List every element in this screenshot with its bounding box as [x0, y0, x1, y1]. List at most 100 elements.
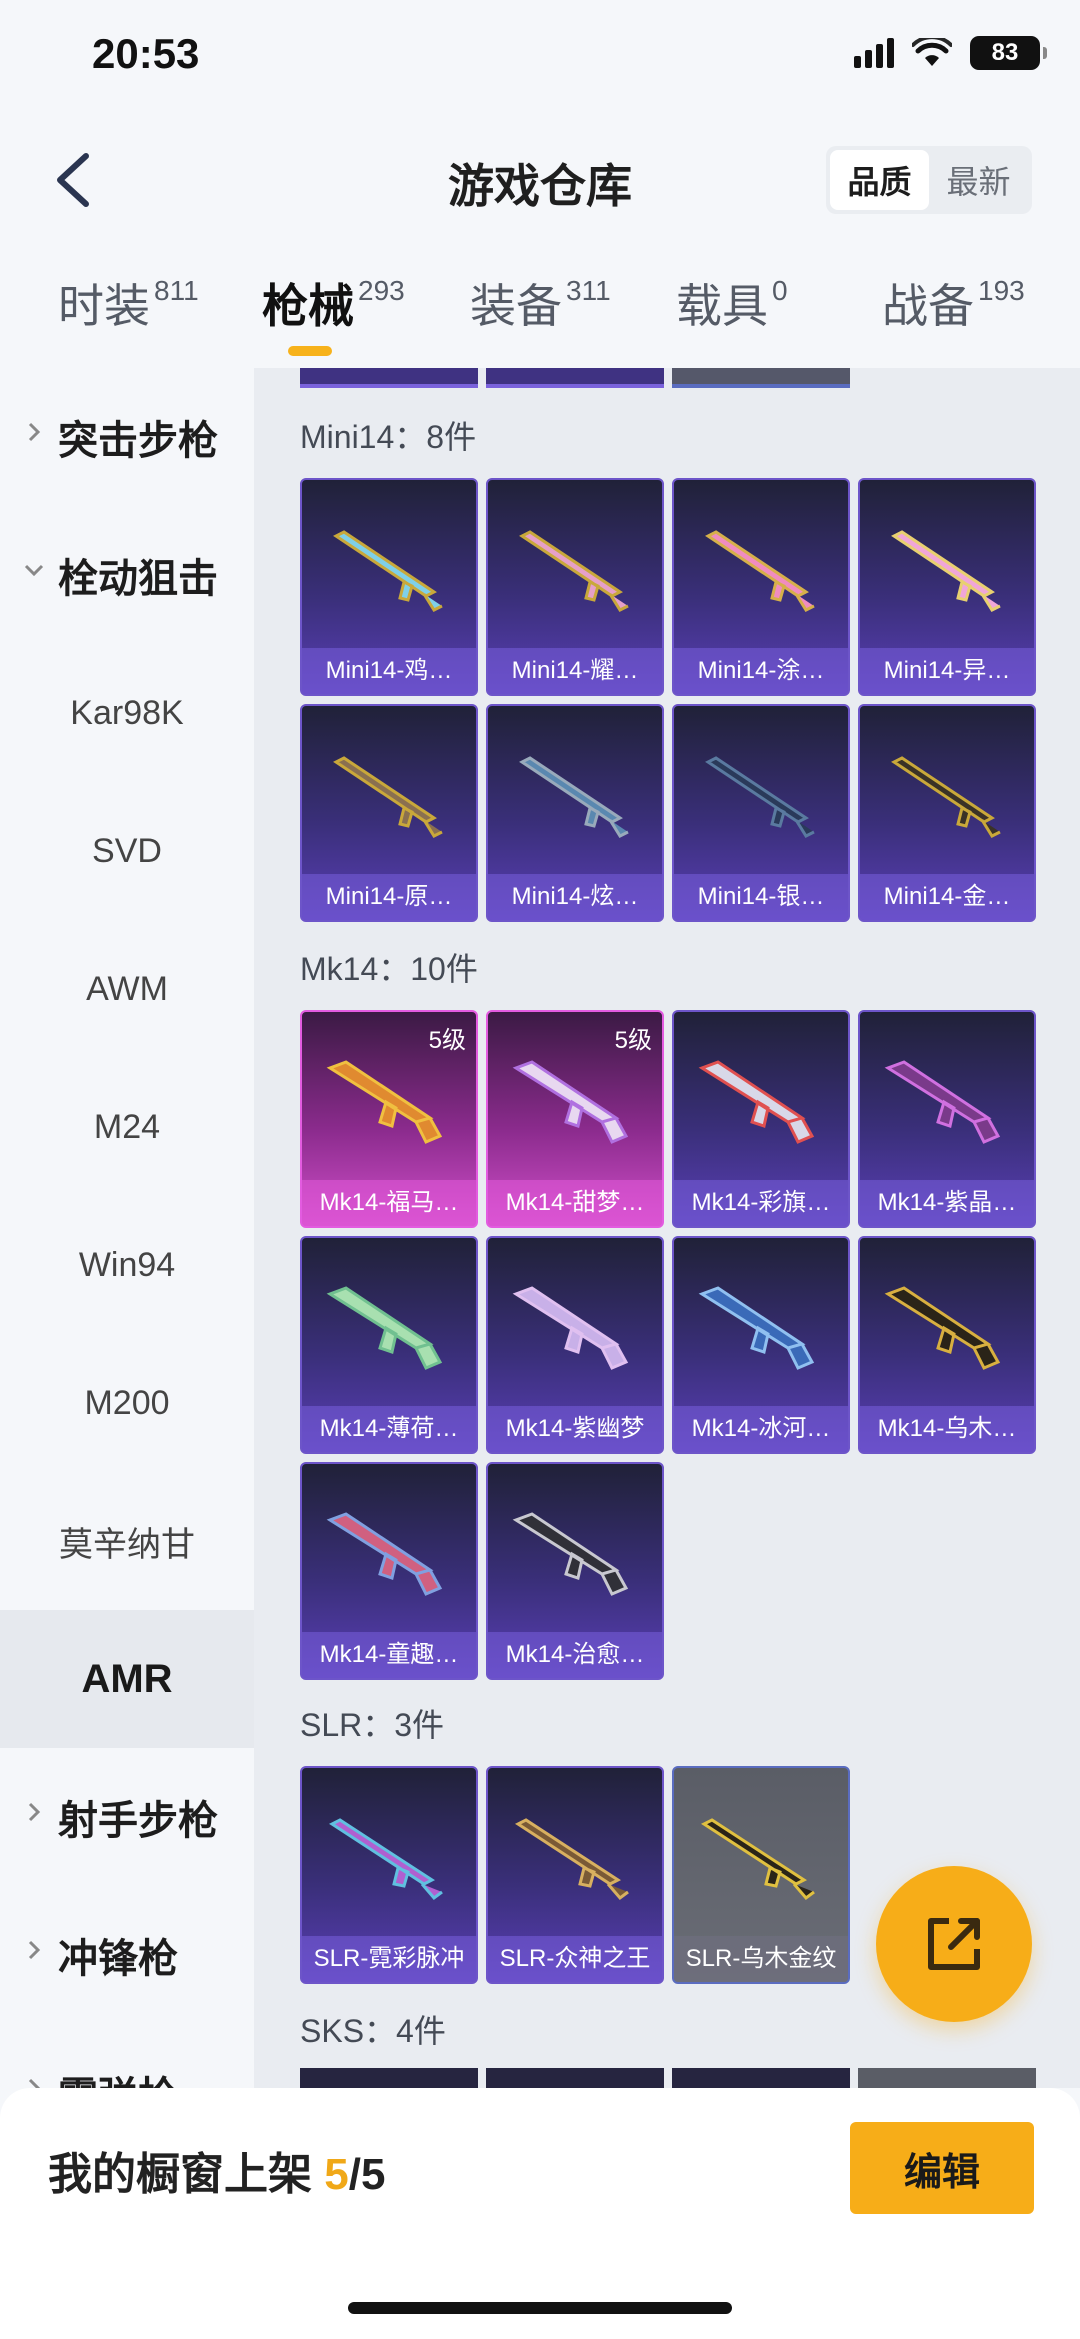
item-card[interactable]: Mini14-炫… — [486, 704, 664, 922]
sidebar-item-svd[interactable]: SVD — [0, 782, 254, 920]
external-link-icon — [928, 1918, 980, 1970]
item-card-label: Mk14-甜梦… — [488, 1180, 662, 1226]
rifle-icon — [519, 530, 629, 612]
item-card[interactable]: Mini14-金… — [858, 704, 1036, 922]
edit-button[interactable]: 编辑 — [850, 2122, 1034, 2214]
item-card[interactable]: Mk14-彩旗… — [672, 1010, 850, 1228]
sidebar-item-label: 射手步枪 — [58, 1799, 218, 1843]
item-card[interactable]: Mk14-治愈… — [486, 1462, 664, 1680]
item-card[interactable]: Mini14-原… — [300, 704, 478, 922]
partial-card[interactable] — [672, 2068, 850, 2088]
section-heading-slr: SLR：3件 — [300, 1707, 445, 1743]
rifle-icon — [326, 1060, 443, 1144]
item-card[interactable]: 5级 Mk14-甜梦… — [486, 1010, 664, 1228]
sidebar-item-label: 霰弹枪 — [58, 2064, 178, 2088]
status-bar: 20:53 83 — [0, 0, 1080, 120]
item-card-label: Mini14-鸡… — [302, 648, 476, 694]
item-card-label: Mk14-紫幽梦 — [488, 1406, 662, 1452]
chevron-right-icon — [28, 422, 41, 442]
item-card-label: Mk14-治愈… — [488, 1632, 662, 1678]
item-card[interactable]: Mk14-紫幽梦 — [486, 1236, 664, 1454]
home-indicator[interactable] — [348, 2302, 732, 2314]
sidebar-item-amr[interactable]: AMR — [0, 1610, 254, 1748]
shelf-label: 我的橱窗上架 — [48, 2150, 325, 2199]
item-card[interactable]: SLR-众神之王 — [486, 1766, 664, 1984]
item-card[interactable]: Mini14-银… — [672, 704, 850, 922]
tab-count: 0 — [772, 275, 788, 306]
rifle-icon — [884, 1286, 1001, 1370]
rifle-icon — [512, 1060, 629, 1144]
item-card[interactable]: Mk14-薄荷… — [300, 1236, 478, 1454]
section-heading-sks: SKS：4件 — [300, 2013, 446, 2049]
shelf-total: /5 — [348, 2150, 386, 2199]
sidebar: 突击步枪 栓动狙击 Kar98K SVD AWM M24 Win94 M200 … — [0, 368, 254, 2088]
partial-card[interactable] — [486, 2068, 664, 2088]
tab-fashion[interactable]: 时装 811 — [58, 270, 199, 336]
tab-guns[interactable]: 枪械 293 — [262, 270, 405, 336]
rifle-icon — [333, 756, 443, 838]
item-card[interactable]: Mini14-涂… — [672, 478, 850, 696]
share-fab-button[interactable] — [876, 1866, 1032, 2022]
sidebar-item-mosin[interactable]: 莫辛纳甘 — [0, 1472, 254, 1610]
tab-count: 193 — [978, 275, 1025, 306]
partial-card[interactable] — [858, 2068, 1036, 2088]
item-card-label: Mk14-薄荷… — [302, 1406, 476, 1452]
tab-count: 293 — [358, 275, 405, 306]
sidebar-item-awm[interactable]: AWM — [0, 920, 254, 1058]
item-card[interactable]: Mk14-乌木… — [858, 1236, 1036, 1454]
chevron-down-icon — [24, 564, 44, 577]
section-heading-mini14: Mini14：8件 — [300, 419, 477, 455]
sidebar-item-kar98k[interactable]: Kar98K — [0, 644, 254, 782]
status-time: 20:53 — [92, 30, 200, 77]
rifle-icon — [519, 756, 629, 838]
partial-card[interactable] — [300, 368, 478, 388]
sidebar-item-m24[interactable]: M24 — [0, 1058, 254, 1196]
tab-label: 时装 — [58, 280, 150, 332]
partial-card[interactable] — [486, 368, 664, 388]
item-card[interactable]: SLR-霓彩脉冲 — [300, 1766, 478, 1984]
rifle-icon — [512, 1512, 629, 1596]
sidebar-item-shotguns[interactable]: 霰弹枪 — [0, 2024, 254, 2088]
item-card-label: Mk14-童趣… — [302, 1632, 476, 1678]
tab-label: 战备 — [882, 280, 974, 332]
item-card-label: Mk14-冰河… — [674, 1406, 848, 1452]
item-card[interactable]: Mk14-紫晶… — [858, 1010, 1036, 1228]
signal-icon — [854, 38, 894, 68]
sidebar-item-smgs[interactable]: 冲锋枪 — [0, 1886, 254, 2024]
rifle-icon — [326, 1286, 443, 1370]
partial-card[interactable] — [300, 2068, 478, 2088]
item-card[interactable]: Mini14-耀… — [486, 478, 664, 696]
rifle-icon — [705, 530, 815, 612]
sidebar-item-bolt-snipers[interactable]: 栓动狙击 — [0, 506, 254, 644]
tab-count: 311 — [566, 275, 611, 306]
item-card[interactable]: Mk14-冰河… — [672, 1236, 850, 1454]
tab-count: 811 — [154, 275, 199, 306]
item-card[interactable]: Mk14-童趣… — [300, 1462, 478, 1680]
sidebar-item-win94[interactable]: Win94 — [0, 1196, 254, 1334]
sidebar-item-m200[interactable]: M200 — [0, 1334, 254, 1472]
sidebar-item-assault-rifles[interactable]: 突击步枪 — [0, 368, 254, 506]
item-card-label: Mk14-乌木… — [860, 1406, 1034, 1452]
partial-card[interactable] — [672, 368, 850, 388]
tab-label: 枪械 — [262, 280, 354, 332]
tab-equipment[interactable]: 装备 311 — [470, 270, 611, 336]
sort-quality-button[interactable]: 品质 — [830, 150, 929, 210]
item-card[interactable]: Mini14-鸡… — [300, 478, 478, 696]
item-card-label: Mk14-彩旗… — [674, 1180, 848, 1226]
item-card-label: Mini14-涂… — [674, 648, 848, 694]
rifle-icon — [891, 756, 1001, 838]
rifle-icon — [512, 1286, 629, 1370]
item-card[interactable]: SLR-乌木金纹 — [672, 1766, 850, 1984]
tab-supplies[interactable]: 战备 193 — [882, 270, 1025, 336]
chevron-right-icon — [28, 1802, 41, 1822]
category-tabs: 时装 811 枪械 293 装备 311 载具 0 战备 193 — [0, 250, 1080, 368]
sort-newest-button[interactable]: 最新 — [929, 150, 1028, 210]
item-card[interactable]: 5级 Mk14-福马… — [300, 1010, 478, 1228]
shelf-status: 我的橱窗上架 5/5 — [48, 2138, 385, 2202]
sort-toggle: 品质 最新 — [826, 146, 1032, 214]
tab-vehicles[interactable]: 载具 0 — [676, 270, 788, 336]
rifle-icon — [514, 1818, 629, 1901]
item-card[interactable]: Mini14-异… — [858, 478, 1036, 696]
item-card-label: Mini14-银… — [674, 874, 848, 920]
sidebar-item-marksman-rifles[interactable]: 射手步枪 — [0, 1748, 254, 1886]
